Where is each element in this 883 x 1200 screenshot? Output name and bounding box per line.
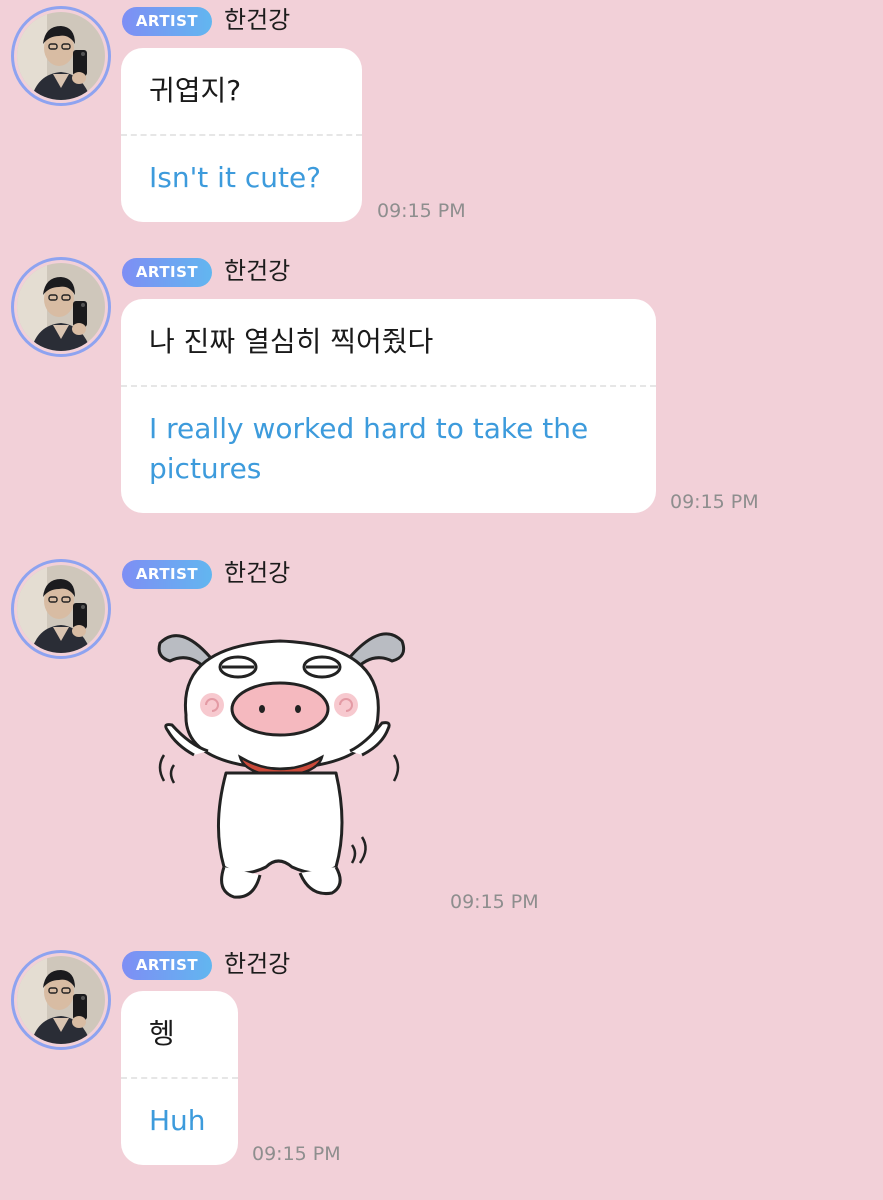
artist-badge: ARTIST xyxy=(122,7,212,36)
artist-badge: ARTIST xyxy=(122,560,212,589)
artist-badge: ARTIST xyxy=(122,951,212,980)
message-bubble[interactable]: 나 진짜 열심히 찍어줬다 I really worked hard to ta… xyxy=(121,299,656,513)
message-bubble[interactable]: 헹 Huh xyxy=(121,991,238,1165)
translated-text: Huh xyxy=(149,1104,206,1137)
message-text: 나 진짜 열심히 찍어줬다 xyxy=(149,325,434,358)
message-text: 헹 xyxy=(149,1017,175,1050)
artist-badge: ARTIST xyxy=(122,258,212,287)
message-timestamp: 09:15 PM xyxy=(377,200,466,222)
message-text: 귀엽지? xyxy=(149,74,242,107)
message-bubble[interactable]: 귀엽지? Isn't it cute? xyxy=(121,48,362,222)
sender-name: 한건강 xyxy=(224,257,291,285)
message-timestamp: 09:15 PM xyxy=(252,1143,341,1165)
artist-avatar[interactable] xyxy=(11,950,111,1050)
sender-name: 한건강 xyxy=(224,6,291,34)
artist-avatar[interactable] xyxy=(11,6,111,106)
sender-name: 한건강 xyxy=(224,559,291,587)
white-pig-dancing-sticker[interactable] xyxy=(150,605,415,905)
artist-avatar[interactable] xyxy=(11,257,111,357)
message-timestamp: 09:15 PM xyxy=(670,491,759,513)
translated-text: I really worked hard to take the picture… xyxy=(149,412,589,485)
translated-text: Isn't it cute? xyxy=(149,161,322,194)
message-timestamp: 09:15 PM xyxy=(450,891,539,913)
artist-avatar[interactable] xyxy=(11,559,111,659)
sender-name: 한건강 xyxy=(224,950,291,978)
